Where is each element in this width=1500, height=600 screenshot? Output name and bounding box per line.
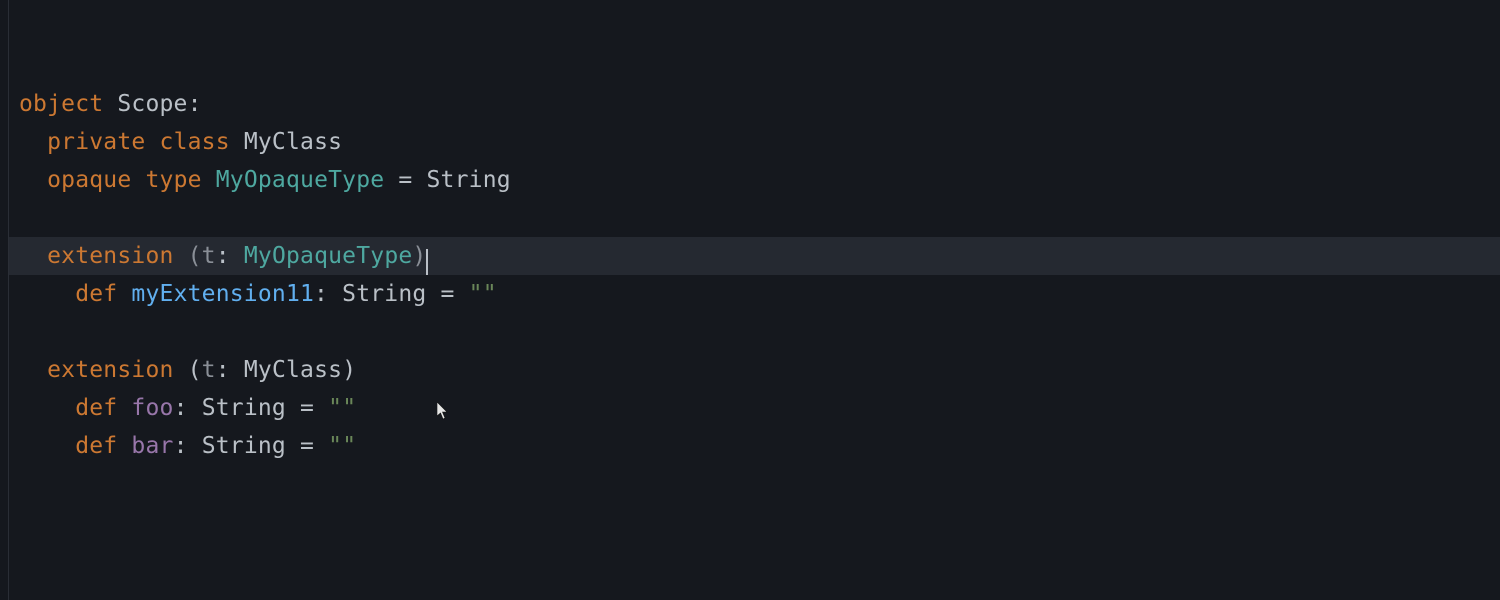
code-token: MyClass [244,129,342,155]
code-token: foo [131,395,173,421]
code-token: def [75,433,117,459]
code-token: Scope [117,91,187,117]
code-token: MyClass [244,357,342,383]
code-token [455,281,469,307]
code-token: : [314,281,342,307]
code-token [117,395,131,421]
code-token: = [300,395,314,421]
code-token [230,129,244,155]
code-token: String [427,167,511,193]
code-token: t [202,243,216,269]
code-token: bar [131,433,173,459]
code-token [426,281,440,307]
code-token: opaque [47,167,131,193]
code-token: "" [469,281,497,307]
code-token [117,281,131,307]
code-token: String [202,433,286,459]
code-line[interactable]: opaque type MyOpaqueType = String [19,161,1500,199]
code-token: ) [412,243,426,269]
code-token: type [145,167,201,193]
code-token: def [75,281,117,307]
code-token [103,91,117,117]
code-token [131,167,145,193]
code-token: extension [47,243,173,269]
code-line[interactable] [19,313,1500,351]
code-token: ( [188,357,202,383]
code-line[interactable]: private class MyClass [19,123,1500,161]
code-token [286,395,300,421]
code-token: MyOpaqueType [244,243,413,269]
code-line[interactable]: extension (t: MyClass) [19,351,1500,389]
text-caret [426,249,428,275]
code-token: t [202,357,216,383]
code-token [174,243,188,269]
code-line[interactable]: def myExtension11: String = "" [19,275,1500,313]
code-area[interactable]: object Scope: private class MyClass opaq… [8,0,1500,600]
code-token [314,395,328,421]
code-token: ) [342,357,356,383]
code-token: ( [188,243,202,269]
code-line[interactable]: def foo: String = "" [19,389,1500,427]
code-token: = [398,167,412,193]
code-token: : [188,91,202,117]
code-token: : [216,243,244,269]
code-token: : [174,395,202,421]
code-token: MyOpaqueType [216,167,385,193]
code-token [412,167,426,193]
code-token: : [174,433,202,459]
code-token: = [300,433,314,459]
code-token: myExtension11 [131,281,314,307]
code-token: "" [328,433,356,459]
code-line[interactable]: extension (t: MyOpaqueType) [9,237,1500,275]
code-token [384,167,398,193]
code-token [286,433,300,459]
code-token: class [160,129,230,155]
code-token: = [441,281,455,307]
code-token [202,167,216,193]
code-token [145,129,159,155]
code-line[interactable]: def bar: String = "" [19,427,1500,465]
code-line[interactable] [19,199,1500,237]
code-token [174,357,188,383]
code-token [117,433,131,459]
code-token: String [342,281,426,307]
code-token: : [216,357,244,383]
gutter [0,0,8,600]
code-token: object [19,91,103,117]
code-editor[interactable]: object Scope: private class MyClass opaq… [0,0,1500,600]
code-token: String [202,395,286,421]
code-token [314,433,328,459]
code-token: "" [328,395,356,421]
code-token: private [47,129,145,155]
code-token: extension [47,357,173,383]
code-line[interactable]: object Scope: [19,85,1500,123]
code-token: def [75,395,117,421]
